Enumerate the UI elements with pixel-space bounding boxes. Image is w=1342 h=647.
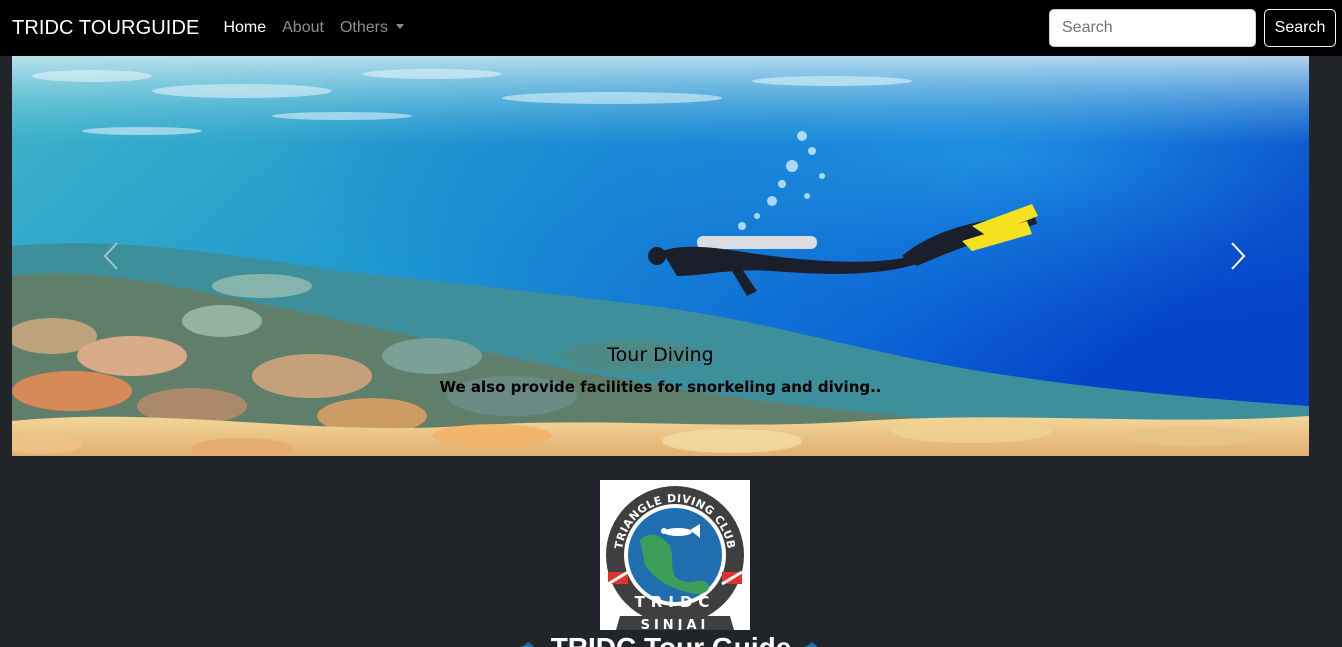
club-title-text: TRIDC Tour Guide — [551, 632, 792, 647]
hero-carousel: Tour Diving We also provide facilities f… — [12, 56, 1309, 456]
search-form: Search — [1049, 9, 1336, 47]
chevron-left-icon — [103, 242, 118, 270]
logo-bottom-text: SINJAI — [641, 618, 710, 630]
search-input[interactable] — [1049, 9, 1256, 47]
club-title-heading: 🐟 TRIDC Tour Guide 🐟 — [0, 632, 1342, 647]
carousel-caption-title: Tour Diving — [607, 344, 714, 366]
nav-home-link[interactable]: Home — [223, 19, 266, 37]
fish-icon: 🐟 — [516, 637, 543, 647]
carousel-prev-button[interactable] — [12, 56, 212, 456]
chevron-right-icon — [1231, 242, 1246, 270]
nav-others-label: Others — [339, 19, 388, 36]
club-logo: TRIANGLE DIVING CLUB TRIDC SINJAI — [600, 480, 750, 630]
nav-others-dropdown[interactable]: Others — [340, 19, 404, 37]
nav-about-link[interactable]: About — [282, 19, 324, 37]
carousel-caption-text: We also provide facilities for snorkelin… — [439, 378, 882, 396]
brand-logo-text[interactable]: TRIDC TOURGUIDE — [12, 17, 199, 40]
carousel-next-button[interactable] — [1109, 56, 1309, 456]
triangle-diving-club-emblem: TRIANGLE DIVING CLUB TRIDC SINJAI — [606, 486, 744, 630]
top-navbar: TRIDC TOURGUIDE Home About Others Search — [0, 0, 1342, 56]
chevron-down-icon — [395, 24, 404, 30]
search-button[interactable]: Search — [1264, 9, 1336, 47]
fish-icon: 🐟 — [799, 637, 826, 647]
logo-mid-text: TRIDC — [635, 593, 716, 611]
